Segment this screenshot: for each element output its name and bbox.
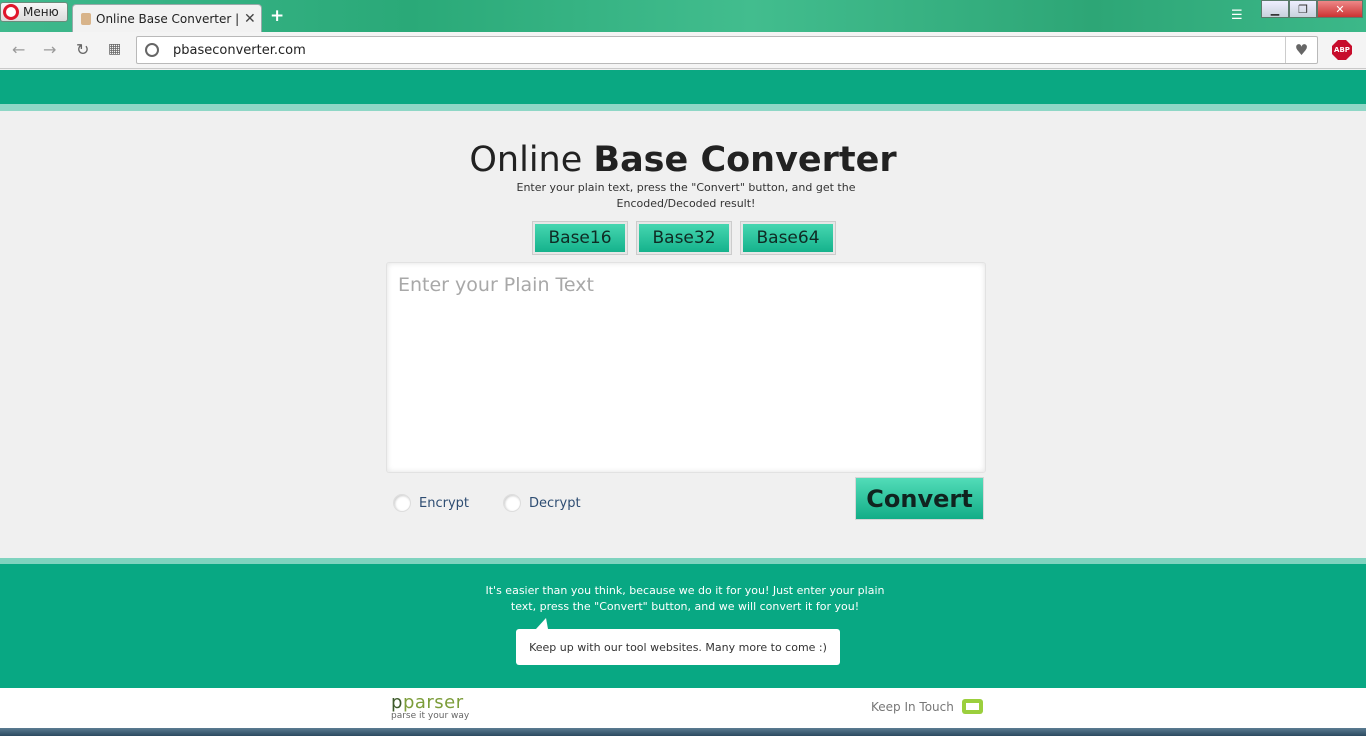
encrypt-label: Encrypt [419,495,469,511]
url-text: pbaseconverter.com [173,43,306,58]
brand-p: p [391,692,403,713]
speech-bubble: Keep up with our tool websites. Many mor… [516,629,840,665]
page-title-bold: Base Converter [593,140,897,180]
opera-logo-icon [3,4,19,20]
bookmark-heart-icon[interactable]: ♥ [1285,37,1317,63]
plain-text-placeholder: Enter your Plain Text [398,274,594,296]
pparser-logo[interactable]: pparser parse it your way [391,692,469,721]
keep-in-touch-label: Keep In Touch [871,699,954,714]
decrypt-label: Decrypt [529,495,581,511]
browser-menu-label: Меню [23,5,59,19]
plain-text-input[interactable]: Enter your Plain Text [386,262,986,473]
browser-toolbar: ← → ↻ ▦ pbaseconverter.com ♥ ABP [0,32,1366,69]
page-title: Online Base Converter [0,140,1366,180]
tab-base64[interactable]: Base64 [740,221,836,255]
browser-menu-button[interactable]: Меню [0,2,68,22]
forward-arrow-icon[interactable]: → [43,40,56,59]
tab-base16[interactable]: Base16 [532,221,628,255]
reload-icon[interactable]: ↻ [76,40,89,59]
adblock-label: ABP [1334,46,1350,54]
minimize-icon[interactable]: ▁ [1261,0,1289,18]
tab-base32-label: Base32 [639,224,729,252]
decrypt-radio[interactable]: Decrypt [503,494,581,512]
close-window-icon[interactable]: ✕ [1317,0,1363,18]
brand-rest: parser [402,692,464,713]
site-info-icon[interactable] [145,43,159,57]
convert-button[interactable]: Convert [855,477,984,520]
tab-base16-label: Base16 [535,224,625,252]
header-band-accent [0,104,1366,111]
brand-tagline: parse it your way [391,711,470,721]
browser-titlebar: Меню Online Base Converter | Co ✕ + ☰ ▁ … [0,0,1366,32]
address-bar[interactable]: pbaseconverter.com ♥ [136,36,1318,64]
os-taskbar [0,728,1366,736]
window-controls: ▁ ❐ ✕ [1261,0,1363,18]
tab-menu-icon[interactable]: ☰ [1231,8,1243,23]
header-band [0,70,1366,104]
pparser-brand: pparser [391,692,469,713]
favicon-icon [81,12,91,25]
adblock-plus-icon[interactable]: ABP [1332,40,1352,60]
restore-icon[interactable]: ❐ [1289,0,1317,18]
footer-description: It's easier than you think, because we d… [485,584,885,613]
keep-in-touch-link[interactable]: Keep In Touch [871,699,983,714]
back-arrow-icon[interactable]: ← [12,40,25,59]
new-tab-icon[interactable]: + [270,6,284,26]
base-tabs: Base16 Base32 Base64 [532,221,836,255]
page-title-light: Online [469,140,594,180]
speed-dial-icon[interactable]: ▦ [108,41,121,57]
tab-base64-label: Base64 [743,224,833,252]
tab-close-icon[interactable]: ✕ [244,11,256,27]
tab-base32[interactable]: Base32 [636,221,732,255]
browser-tab-active[interactable]: Online Base Converter | Co ✕ [72,4,262,32]
mail-icon[interactable] [961,699,983,714]
tab-title: Online Base Converter | Co [96,11,238,26]
bottom-bar [0,688,1366,728]
encrypt-radio[interactable]: Encrypt [393,494,469,512]
decrypt-radio-dot[interactable] [503,494,521,512]
encrypt-radio-dot[interactable] [393,494,411,512]
page-subtitle: Enter your plain text, press the "Conver… [516,181,856,210]
